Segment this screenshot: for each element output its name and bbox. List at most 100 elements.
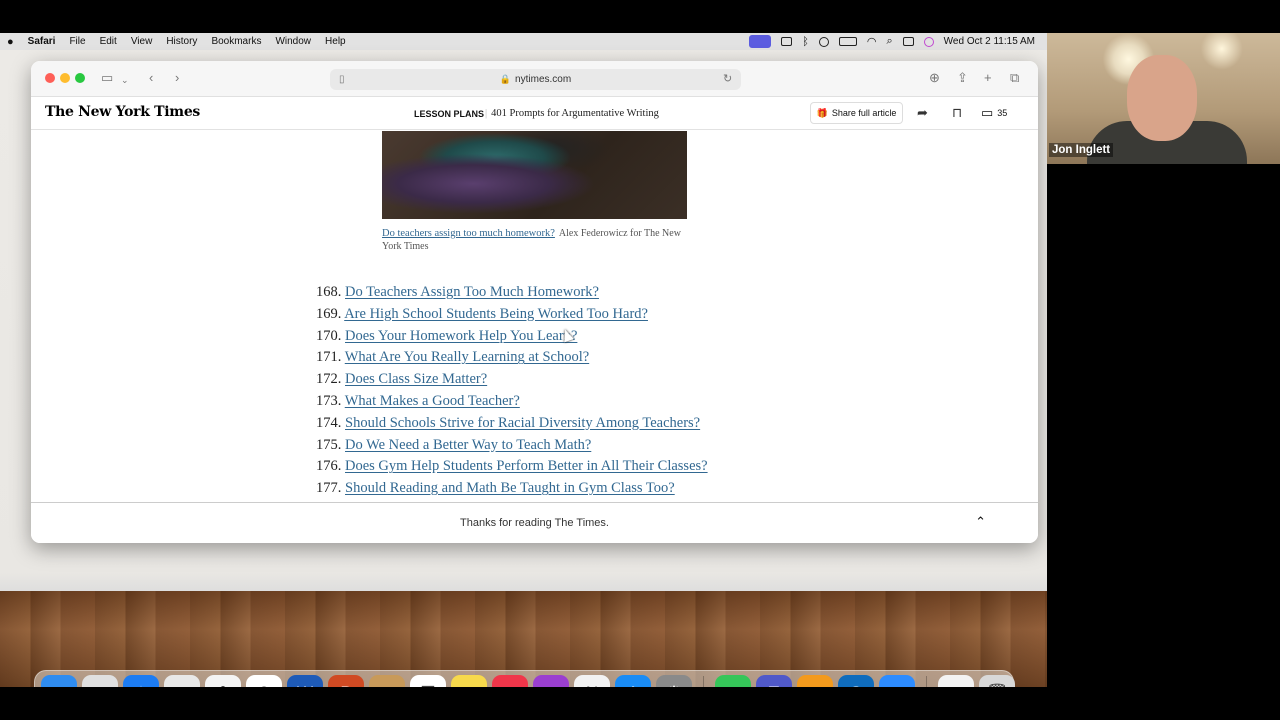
bluetooth-icon[interactable]: ᛒ (802, 36, 809, 48)
list-item: 169. Are High School Students Being Work… (316, 304, 708, 326)
menu-app-name[interactable]: Safari (21, 36, 63, 47)
nyt-header: The New York Times LESSON PLANS 401 Prom… (31, 97, 1038, 130)
safari-icon[interactable]: ✦ (123, 674, 159, 687)
prompt-number: 173. (316, 392, 342, 409)
share-full-article-button[interactable]: 🎁 Share full article (810, 102, 903, 124)
finder-icon[interactable]: ☺ (41, 674, 77, 687)
prompt-link[interactable]: Does Your Homework Help You Learn? (345, 328, 577, 344)
prompt-link[interactable]: Should Schools Strive for Racial Diversi… (345, 415, 700, 431)
system-settings-icon[interactable]: ⚙ (656, 674, 692, 687)
close-window-button[interactable] (45, 73, 55, 83)
comment-icon: ▭ (981, 105, 994, 120)
launchpad-icon[interactable]: ▦ (82, 674, 118, 687)
apple-icon[interactable]: ● (0, 36, 21, 48)
back-icon[interactable]: ‹ (149, 70, 153, 86)
screen-share-icon[interactable] (749, 35, 772, 48)
music-icon[interactable]: ♫ (492, 674, 528, 687)
app-store-icon[interactable]: A (615, 674, 651, 687)
article-photo (382, 131, 687, 219)
chevron-down-icon[interactable]: ⌄ (121, 72, 129, 88)
wifi-icon[interactable]: ◠ (867, 35, 877, 48)
prompt-link[interactable]: Are High School Students Being Worked To… (344, 306, 648, 322)
list-item: 175. Do We Need a Better Way to Teach Ma… (316, 435, 708, 457)
list-item: 174. Should Schools Strive for Racial Di… (316, 413, 708, 435)
download-icon[interactable]: ⊕ (929, 70, 940, 86)
gift-icon: 🎁 (816, 107, 828, 118)
section-label[interactable]: LESSON PLANS (414, 109, 484, 119)
books-icon[interactable]: ▤ (797, 674, 833, 687)
battery-icon[interactable] (838, 37, 857, 46)
sidebar-icon[interactable]: ▭ (101, 70, 113, 86)
thanks-text: Thanks for reading The Times. (460, 517, 609, 529)
maximize-window-button[interactable] (75, 73, 85, 83)
prompt-number: 171. (316, 349, 342, 366)
participant-face (1127, 55, 1197, 141)
prompt-link[interactable]: Does Gym Help Students Perform Better in… (345, 458, 708, 474)
contacts-icon[interactable]: ☻ (369, 674, 405, 687)
menu-window[interactable]: Window (268, 36, 318, 47)
prompt-number: 168. (316, 284, 342, 300)
prompt-link[interactable]: Should Reading and Math Be Taught in Gym… (345, 480, 675, 496)
prompt-number: 176. (316, 458, 342, 475)
calendar-icon[interactable]: 2 (246, 674, 282, 687)
search-icon[interactable]: ⌕ (886, 35, 892, 48)
bookmark-icon[interactable]: ⊓ (952, 105, 962, 121)
list-item: 173. What Makes a Good Teacher? (316, 391, 708, 413)
zoom-status-icon[interactable] (781, 37, 793, 46)
word-icon[interactable]: W (287, 674, 323, 687)
list-item: 170. Does Your Homework Help You Learn? (316, 326, 708, 348)
photo-caption: Do teachers assign too much homework? Ale… (382, 227, 682, 253)
new-tab-icon[interactable]: + (984, 70, 992, 86)
list-item: 171. What Are You Really Learning at Sch… (316, 347, 708, 369)
prompt-link[interactable]: What Makes a Good Teacher? (345, 393, 520, 409)
chevron-up-icon[interactable]: ⌃ (975, 514, 986, 530)
menu-file[interactable]: File (62, 36, 92, 47)
teams-icon[interactable]: T (756, 674, 792, 687)
menu-history[interactable]: History (159, 36, 204, 47)
dock: ☺ ▦ ✦ ◉ ✿ 2WP ☻ ☰ ≡ ♫ ◎ NA ⚙ ✉ T ▤ Ozoom ▤ 🗑 (34, 670, 1015, 687)
nyt-logo[interactable]: The New York Times (45, 104, 200, 120)
comments-button[interactable]: ▭ 35 (981, 105, 1007, 121)
document-icon[interactable]: ▤ (938, 674, 974, 687)
photos-icon[interactable]: ✿ (205, 674, 241, 687)
address-bar[interactable]: 🔒 nytimes.com (330, 69, 741, 90)
list-item: 176. Does Gym Help Students Perform Bett… (316, 456, 708, 478)
lock-icon: 🔒 (499, 74, 512, 84)
caption-link[interactable]: Do teachers assign too much homework? (382, 228, 555, 239)
tab-overview-icon[interactable]: ⧉ (1010, 70, 1019, 86)
prompt-list: 168. Do Teachers Assign Too Much Homewor… (316, 282, 708, 499)
article-body: Do teachers assign too much homework? Ale… (31, 131, 1038, 499)
reload-icon[interactable]: ↻ (723, 71, 732, 87)
podcasts-icon[interactable]: ◎ (533, 674, 569, 687)
control-center-icon[interactable] (902, 37, 914, 46)
page-menu-icon[interactable]: ▯ (339, 72, 345, 88)
outlook-icon[interactable]: O (838, 674, 874, 687)
prompt-link[interactable]: Do We Need a Better Way to Teach Math? (345, 437, 591, 453)
prompt-number: 172. (316, 371, 342, 388)
forward-icon[interactable]: › (175, 70, 179, 86)
menu-bookmarks[interactable]: Bookmarks (204, 36, 268, 47)
url-text: nytimes.com (515, 74, 572, 85)
desktop: ● Safari File Edit View History Bookmark… (0, 33, 1047, 687)
news-icon[interactable]: N (574, 674, 610, 687)
prompt-link[interactable]: Does Class Size Matter? (345, 371, 487, 387)
notes-icon[interactable]: ≡ (451, 674, 487, 687)
menu-edit[interactable]: Edit (93, 36, 124, 47)
siri-icon[interactable] (923, 36, 934, 47)
zoom-icon[interactable]: zoom (879, 674, 915, 687)
menu-view[interactable]: View (124, 36, 160, 47)
messages-icon[interactable]: ✉ (715, 674, 751, 687)
prompt-number: 170. (316, 327, 342, 344)
powerpoint-icon[interactable]: P (328, 674, 364, 687)
menu-help[interactable]: Help (318, 36, 353, 47)
prompt-link[interactable]: What Are You Really Learning at School? (345, 349, 589, 365)
trash-icon[interactable]: 🗑 (979, 674, 1015, 687)
chrome-icon[interactable]: ◉ (164, 674, 200, 687)
share-arrow-icon[interactable]: ➦ (917, 105, 928, 121)
prompt-link[interactable]: Do Teachers Assign Too Much Homework? (345, 284, 599, 300)
reminders-icon[interactable]: ☰ (410, 674, 446, 687)
menu-clock[interactable]: Wed Oct 2 11:15 AM (944, 36, 1035, 47)
play-status-icon[interactable] (818, 36, 829, 47)
share-icon[interactable]: ⇪ (957, 70, 968, 86)
minimize-window-button[interactable] (60, 73, 70, 83)
